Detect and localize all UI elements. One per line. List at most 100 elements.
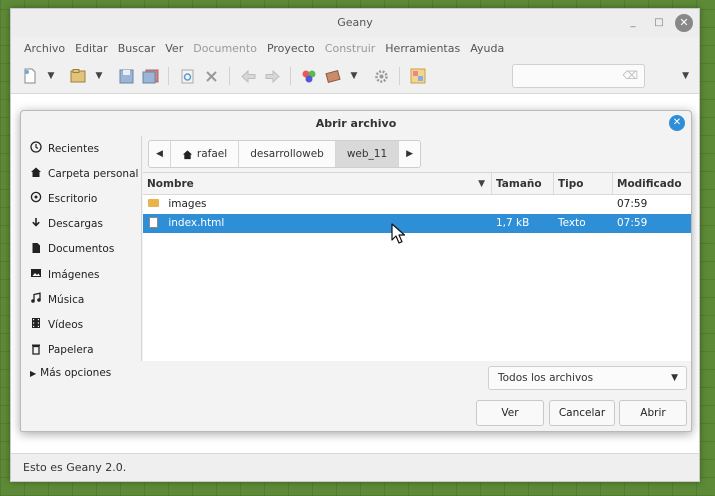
- more-options-label: Más opciones: [40, 367, 112, 379]
- color-chooser-icon[interactable]: [298, 65, 320, 87]
- place-label: Recientes: [48, 142, 100, 155]
- place-videos[interactable]: Vídeos: [21, 312, 141, 337]
- toolbar-search-input[interactable]: ⌫: [512, 64, 645, 88]
- file-name-cell: index.html: [143, 214, 492, 233]
- place-label: Vídeos: [48, 318, 84, 331]
- file-modified-cell: 07:59: [617, 217, 648, 229]
- compile-icon[interactable]: [322, 65, 344, 87]
- view-button[interactable]: Ver: [476, 400, 544, 426]
- column-header-label: Tamaño: [496, 178, 542, 190]
- home-icon: [182, 149, 193, 159]
- file-list-header: Nombre ▼ Tamaño Tipo Modificado: [143, 173, 691, 195]
- window-titlebar[interactable]: Geany _ □ ✕: [11, 9, 699, 37]
- chevron-down-icon[interactable]: ▼: [91, 65, 107, 87]
- clear-search-icon[interactable]: ⌫: [622, 69, 638, 82]
- statusbar: Esto es Geany 2.0.: [11, 453, 699, 481]
- file-modified-cell: 07:59: [617, 198, 648, 210]
- dialog-titlebar[interactable]: Abrir archivo ✕: [21, 111, 691, 136]
- file-name-cell: images: [143, 195, 492, 214]
- preferences-icon[interactable]: [370, 65, 392, 87]
- chevron-down-icon[interactable]: ▼: [43, 65, 59, 87]
- place-carpeta-personal[interactable]: Carpeta personal: [21, 161, 141, 186]
- reload-icon[interactable]: [176, 65, 198, 87]
- dialog-close-button[interactable]: ✕: [669, 115, 685, 131]
- column-header-label: Tipo: [558, 178, 584, 190]
- menu-herramientas[interactable]: Herramientas: [380, 42, 465, 55]
- menu-documento[interactable]: Documento: [188, 42, 262, 55]
- video-icon: [30, 317, 42, 332]
- menu-construir[interactable]: Construir: [320, 42, 381, 55]
- place-musica[interactable]: Música: [21, 287, 141, 312]
- trash-icon: [30, 343, 42, 358]
- place-label: Imágenes: [48, 268, 100, 281]
- jump-to-line-icon[interactable]: [407, 65, 429, 87]
- more-options-expander[interactable]: ▶ Más opciones: [30, 367, 111, 379]
- place-label: Música: [48, 293, 85, 306]
- file-name: index.html: [168, 217, 225, 229]
- menu-buscar[interactable]: Buscar: [113, 42, 161, 55]
- expander-arrow-icon: ▶: [30, 368, 37, 378]
- mouse-pointer-icon: [391, 223, 405, 244]
- column-header-size[interactable]: Tamaño: [492, 173, 554, 194]
- save-all-icon[interactable]: [139, 65, 161, 87]
- crumb-desarrolloweb[interactable]: desarrolloweb: [239, 141, 336, 167]
- path-back-button[interactable]: ◀: [149, 141, 171, 167]
- open-button[interactable]: Abrir: [619, 400, 687, 426]
- crumb-label: rafael: [196, 148, 228, 160]
- back-icon[interactable]: [237, 65, 259, 87]
- file-list: Nombre ▼ Tamaño Tipo Modificado images 0…: [143, 172, 691, 361]
- crumb-rafael[interactable]: rafael: [171, 141, 240, 167]
- place-descargas[interactable]: Descargas: [21, 212, 141, 237]
- place-escritorio[interactable]: Escritorio: [21, 186, 141, 211]
- table-row[interactable]: images 07:59: [143, 195, 691, 214]
- file-type-cell: [554, 195, 613, 214]
- close-window-button[interactable]: ✕: [675, 14, 693, 32]
- path-bar: ◀ rafael desarrolloweb web_11 ▶: [148, 140, 422, 168]
- column-header-modified[interactable]: Modificado: [613, 173, 691, 194]
- toolbar-separator: [168, 67, 169, 85]
- menu-proyecto[interactable]: Proyecto: [262, 42, 320, 55]
- main-toolbar: ▼ ▼ ▼ ⌫ ▼: [11, 59, 699, 93]
- file-type-cell: Texto: [558, 217, 586, 229]
- table-row[interactable]: index.html 1,7 kB Texto 07:59: [143, 214, 691, 233]
- open-file-dialog: Abrir archivo ✕ Recientes Carpeta person…: [20, 110, 692, 432]
- column-header-name[interactable]: Nombre ▼: [143, 173, 492, 194]
- menu-editar[interactable]: Editar: [70, 42, 113, 55]
- chevron-down-icon[interactable]: ▼: [346, 65, 362, 87]
- place-imagenes[interactable]: Imágenes: [21, 262, 141, 287]
- dialog-title: Abrir archivo: [315, 117, 397, 130]
- place-label: Descargas: [48, 218, 103, 231]
- html-file-icon: [147, 214, 159, 233]
- forward-icon[interactable]: [261, 65, 283, 87]
- chevron-down-icon: ▼: [671, 373, 678, 383]
- save-icon[interactable]: [115, 65, 137, 87]
- toolbar-separator: [290, 67, 291, 85]
- maximize-button[interactable]: □: [649, 13, 669, 33]
- close-file-icon[interactable]: [200, 65, 222, 87]
- image-icon: [30, 267, 42, 282]
- folder-icon: [147, 195, 159, 214]
- download-icon: [30, 217, 42, 232]
- cancel-button[interactable]: Cancelar: [549, 400, 615, 426]
- crumb-web-11[interactable]: web_11: [335, 141, 400, 167]
- menu-ver[interactable]: Ver: [160, 42, 188, 55]
- home-icon: [30, 166, 42, 181]
- place-documentos[interactable]: Documentos: [21, 237, 141, 262]
- file-size-cell: [492, 195, 554, 214]
- place-papelera[interactable]: Papelera: [21, 338, 141, 363]
- sort-descending-icon: ▼: [478, 179, 485, 189]
- menu-ayuda[interactable]: Ayuda: [465, 42, 509, 55]
- music-icon: [30, 292, 42, 307]
- path-forward-button[interactable]: ▶: [399, 141, 420, 167]
- new-file-icon[interactable]: [19, 65, 41, 87]
- toolbar-overflow-icon[interactable]: ▼: [682, 71, 689, 81]
- window-title: Geany: [337, 16, 373, 29]
- place-recientes[interactable]: Recientes: [21, 136, 141, 161]
- file-filter-select[interactable]: Todos los archivos ▼: [488, 366, 687, 390]
- menu-archivo[interactable]: Archivo: [19, 42, 70, 55]
- desktop-icon: [30, 191, 42, 206]
- minimize-button[interactable]: _: [623, 13, 643, 33]
- column-header-type[interactable]: Tipo: [554, 173, 613, 194]
- column-header-label: Nombre: [147, 178, 194, 190]
- open-file-icon[interactable]: [67, 65, 89, 87]
